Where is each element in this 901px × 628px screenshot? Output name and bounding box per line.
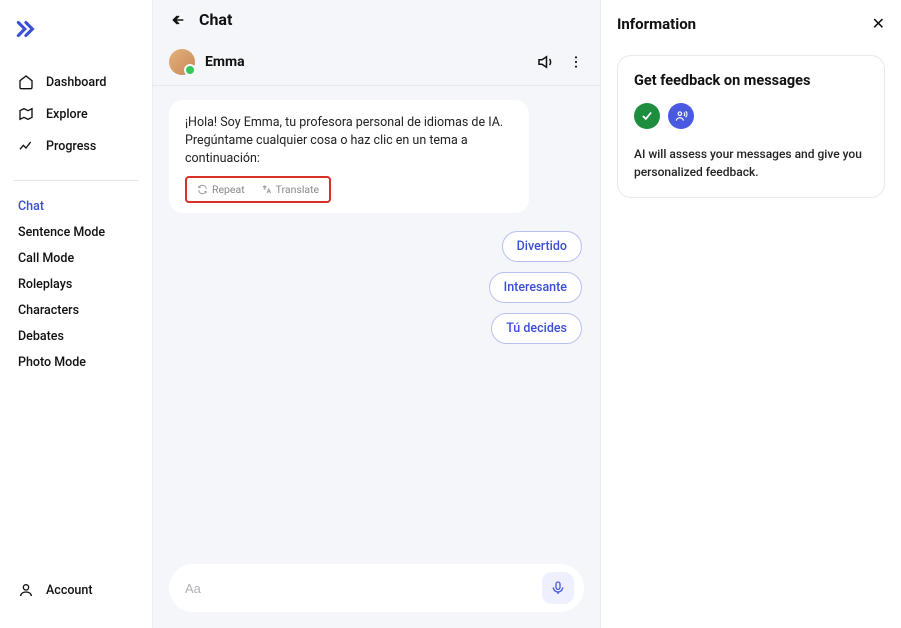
subnav-characters[interactable]: Characters bbox=[18, 303, 134, 318]
message-text: ¡Hola! Soy Emma, tu profesora personal d… bbox=[185, 114, 513, 168]
sidebar: Dashboard Explore Progress Chat Sentence… bbox=[0, 0, 152, 628]
subnav-debates[interactable]: Debates bbox=[18, 329, 134, 344]
info-header: Information ✕ bbox=[617, 14, 885, 33]
subnav-sentence-mode[interactable]: Sentence Mode bbox=[18, 225, 134, 240]
suggestion-chips: Divertido Interesante Tú decides bbox=[169, 231, 584, 344]
subnav-roleplays[interactable]: Roleplays bbox=[18, 277, 134, 292]
check-icon bbox=[640, 109, 654, 123]
subnav-chat[interactable]: Chat bbox=[18, 199, 134, 214]
subnav-call-mode[interactable]: Call Mode bbox=[18, 251, 134, 266]
mic-icon bbox=[550, 580, 566, 596]
feedback-card: Get feedback on messages AI will assess … bbox=[617, 55, 885, 198]
check-badge bbox=[634, 103, 660, 129]
nav-primary: Dashboard Explore Progress bbox=[0, 66, 152, 162]
info-panel: Information ✕ Get feedback on messages A… bbox=[601, 0, 901, 628]
nav-dashboard[interactable]: Dashboard bbox=[14, 66, 138, 98]
tutor-name: Emma bbox=[205, 54, 526, 70]
info-panel-title: Information bbox=[617, 15, 696, 33]
nav-label: Explore bbox=[46, 107, 88, 122]
chat-subheader: Emma bbox=[153, 39, 600, 86]
nav-secondary: Chat Sentence Mode Call Mode Roleplays C… bbox=[0, 199, 152, 370]
chat-panel: Chat Emma ¡Hola! Soy Emma, tu profesora … bbox=[152, 0, 601, 628]
close-button[interactable]: ✕ bbox=[872, 14, 885, 33]
speaker-button[interactable] bbox=[536, 53, 554, 71]
nav-label: Progress bbox=[46, 139, 96, 154]
speaker-icon bbox=[536, 53, 554, 71]
assistant-message: ¡Hola! Soy Emma, tu profesora personal d… bbox=[169, 100, 529, 213]
repeat-button[interactable]: Repeat bbox=[189, 180, 253, 199]
message-actions-highlight: Repeat Translate bbox=[185, 176, 331, 203]
account-link[interactable]: Account bbox=[0, 574, 152, 618]
close-icon: ✕ bbox=[872, 14, 885, 33]
repeat-icon bbox=[197, 184, 208, 195]
repeat-label: Repeat bbox=[212, 183, 245, 196]
message-input[interactable] bbox=[185, 581, 532, 596]
tutor-avatar bbox=[169, 49, 195, 75]
translate-button[interactable]: Translate bbox=[253, 180, 327, 199]
chat-body: ¡Hola! Soy Emma, tu profesora personal d… bbox=[153, 86, 600, 552]
suggestion-chip[interactable]: Interesante bbox=[489, 272, 582, 303]
suggestion-chip[interactable]: Tú decides bbox=[491, 313, 582, 344]
page-title: Chat bbox=[199, 10, 232, 29]
subnav-photo-mode[interactable]: Photo Mode bbox=[18, 355, 134, 370]
mic-button[interactable] bbox=[542, 572, 574, 604]
arrow-left-icon bbox=[169, 12, 187, 28]
translate-icon bbox=[261, 184, 272, 195]
composer bbox=[153, 552, 600, 628]
nav-progress[interactable]: Progress bbox=[14, 130, 138, 162]
suggestion-chip[interactable]: Divertido bbox=[502, 231, 582, 262]
more-vertical-icon bbox=[568, 54, 584, 70]
info-card-title: Get feedback on messages bbox=[634, 72, 868, 89]
nav-explore[interactable]: Explore bbox=[14, 98, 138, 130]
info-description: AI will assess your messages and give yo… bbox=[634, 145, 868, 181]
person-voice-icon bbox=[674, 109, 688, 123]
chat-header: Chat bbox=[153, 0, 600, 39]
sidebar-divider bbox=[14, 180, 138, 181]
back-button[interactable] bbox=[169, 12, 187, 28]
account-label: Account bbox=[46, 583, 93, 598]
app-logo bbox=[0, 10, 152, 66]
translate-label: Translate bbox=[276, 183, 319, 196]
voice-badge bbox=[668, 103, 694, 129]
nav-label: Dashboard bbox=[46, 75, 106, 90]
more-button[interactable] bbox=[568, 54, 584, 70]
